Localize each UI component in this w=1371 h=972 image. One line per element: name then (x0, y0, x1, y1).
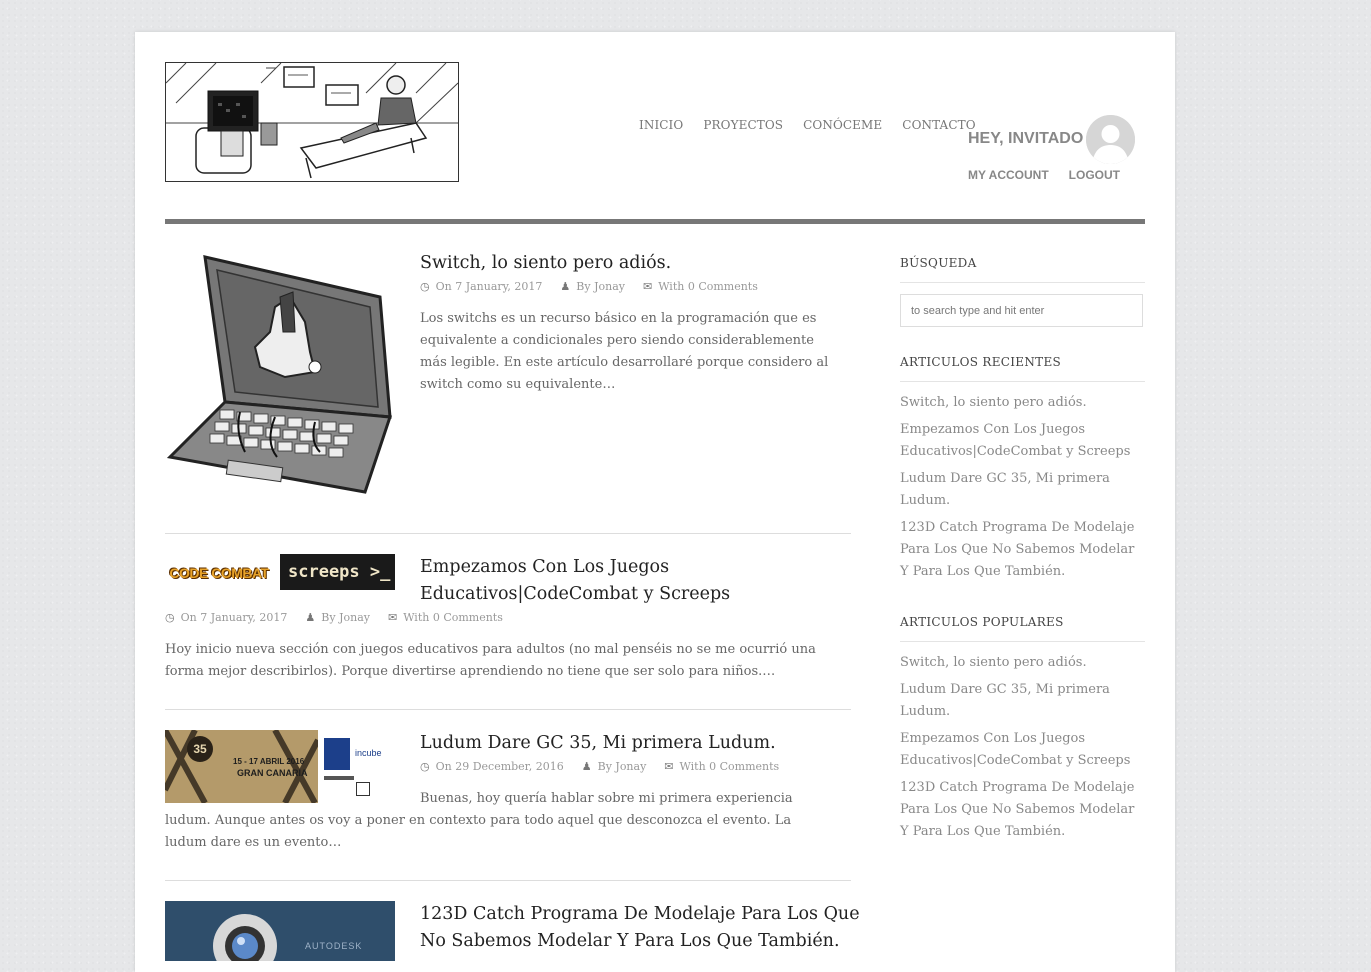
search-widget-title: BÚSQUEDA (900, 256, 977, 270)
list-item: Switch, lo siento pero adiós. (900, 652, 1140, 674)
codecombat-logo: CODE COMBAT (165, 562, 273, 584)
search-input[interactable] (900, 294, 1143, 327)
screeps-logo: screeps >_ (280, 554, 395, 590)
logo-illustration (166, 63, 458, 181)
popular-post-link[interactable]: Ludum Dare GC 35, Mi primera Ludum. (900, 682, 1110, 719)
post-date: On 7 January, 2017 (180, 611, 288, 624)
post-author[interactable]: By Jonay (321, 611, 370, 624)
nav-item-contacto[interactable]: CONTACTO (902, 118, 975, 132)
widget-divider (900, 641, 1145, 642)
post-meta: ◷ On 7 January, 2017 ♟ By Jonay ✉ With 0 Co… (165, 611, 503, 624)
list-item: 123D Catch Programa De Modelaje Para Los… (900, 777, 1140, 843)
post-author[interactable]: By Jonay (576, 280, 625, 293)
ludum-number: 35 (187, 736, 213, 762)
clock-icon: ◷ (165, 611, 175, 624)
user-links: MY ACCOUNT LOGOUT (968, 168, 1120, 182)
logout-link[interactable]: LOGOUT (1069, 168, 1120, 182)
user-icon: ♟ (581, 760, 592, 773)
comments-icon: ✉ (642, 280, 653, 293)
post-date: On 7 January, 2017 (435, 280, 543, 293)
codecombat-logo-text: CODE COMBAT (169, 565, 269, 581)
post-thumbnail[interactable] (165, 252, 395, 497)
widget-divider (900, 381, 1145, 382)
sponsor-line (324, 776, 354, 780)
user-icon: ♟ (305, 611, 316, 624)
post-excerpt: Hoy inicio nueva sección con juegos educ… (165, 642, 816, 679)
popular-widget-title: ARTICULOS POPULARES (900, 615, 1064, 629)
main-nav: INICIO PROYECTOS CONÓCEME CONTACTO (639, 118, 976, 132)
post-title[interactable]: Ludum Dare GC 35, Mi primera Ludum. (420, 730, 850, 757)
post-comments[interactable]: With 0 Comments (658, 280, 758, 293)
post-author[interactable]: By Jonay (598, 760, 647, 773)
popular-post-link[interactable]: Switch, lo siento pero adiós. (900, 655, 1087, 670)
post-meta: ◷ On 29 December, 2016 ♟ By Jonay ✉ With 0 … (420, 760, 779, 773)
recent-post-link[interactable]: Switch, lo siento pero adiós. (900, 395, 1087, 410)
post-thumbnail[interactable]: AUTODESK (165, 901, 395, 961)
popular-post-link[interactable]: 123D Catch Programa De Modelaje Para Los… (900, 780, 1134, 839)
recent-widget-title: ARTICULOS RECIENTES (900, 355, 1062, 369)
clock-icon: ◷ (420, 280, 430, 293)
ludum-dates: 15 - 17 ABRIL 2016 (233, 757, 305, 766)
post-date: On 29 December, 2016 (435, 760, 564, 773)
laptop-illustration (166, 255, 393, 494)
comments-icon: ✉ (387, 611, 398, 624)
list-item: Ludum Dare GC 35, Mi primera Ludum. (900, 679, 1140, 723)
recent-post-link[interactable]: 123D Catch Programa De Modelaje Para Los… (900, 520, 1134, 579)
incube-logo: incube (355, 748, 382, 758)
comments-icon: ✉ (664, 760, 674, 773)
post-title[interactable]: Switch, lo siento pero adiós. (420, 250, 850, 277)
post-comments[interactable]: With 0 Comments (403, 611, 503, 624)
user-icon: ♟ (560, 280, 571, 293)
list-item: Empezamos Con Los Juegos Educativos|Code… (900, 419, 1140, 463)
post-divider (165, 533, 851, 534)
list-item: Switch, lo siento pero adiós. (900, 392, 1140, 414)
post-meta: ◷ On 7 January, 2017 ♟ By Jonay ✉ With 0 Co… (420, 280, 758, 293)
screeps-logo-text: screeps >_ (288, 562, 391, 582)
recent-posts-list: Switch, lo siento pero adiós. Empezamos … (900, 392, 1140, 588)
nav-item-inicio[interactable]: INICIO (639, 118, 683, 132)
my-account-link[interactable]: MY ACCOUNT (968, 168, 1049, 182)
camera-illustration (213, 914, 277, 961)
user-avatar-icon (1086, 115, 1135, 164)
popular-post-link[interactable]: Empezamos Con Los Juegos Educativos|Code… (900, 731, 1130, 768)
post-divider (165, 709, 851, 710)
post-excerpt: Buenas, hoy quería hablar sobre mi prime… (165, 791, 793, 850)
clock-icon: ◷ (420, 760, 430, 773)
post-comments[interactable]: With 0 Comments (680, 760, 780, 773)
post-divider (165, 880, 851, 881)
header-divider (165, 219, 1145, 224)
site-logo[interactable] (165, 62, 459, 182)
list-item: Empezamos Con Los Juegos Educativos|Code… (900, 728, 1140, 772)
widget-divider (900, 282, 1145, 283)
post-excerpt: Los switchs es un recurso básico en la p… (420, 311, 829, 392)
ludum-place: GRAN CANARIA (237, 768, 308, 778)
list-item: 123D Catch Programa De Modelaje Para Los… (900, 517, 1140, 583)
user-greeting: HEY, INVITADO (968, 130, 1084, 147)
nav-item-conoceme[interactable]: CONÓCEME (803, 118, 882, 132)
nav-item-proyectos[interactable]: PROYECTOS (703, 118, 783, 132)
avatar[interactable] (1086, 115, 1135, 164)
post-thumbnail[interactable]: CODE COMBAT screeps >_ (165, 554, 395, 590)
post-title[interactable]: Empezamos Con Los Juegos Educativos|Code… (420, 554, 840, 608)
recent-post-link[interactable]: Ludum Dare GC 35, Mi primera Ludum. (900, 471, 1110, 508)
popular-posts-list: Switch, lo siento pero adiós. Ludum Dare… (900, 652, 1140, 848)
recent-post-link[interactable]: Empezamos Con Los Juegos Educativos|Code… (900, 422, 1130, 459)
post-title[interactable]: 123D Catch Programa De Modelaje Para Los… (420, 901, 860, 955)
sponsor-seal (324, 738, 350, 770)
list-item: Ludum Dare GC 35, Mi primera Ludum. (900, 468, 1140, 512)
page-container: INICIO PROYECTOS CONÓCEME CONTACTO HEY, … (135, 32, 1175, 972)
